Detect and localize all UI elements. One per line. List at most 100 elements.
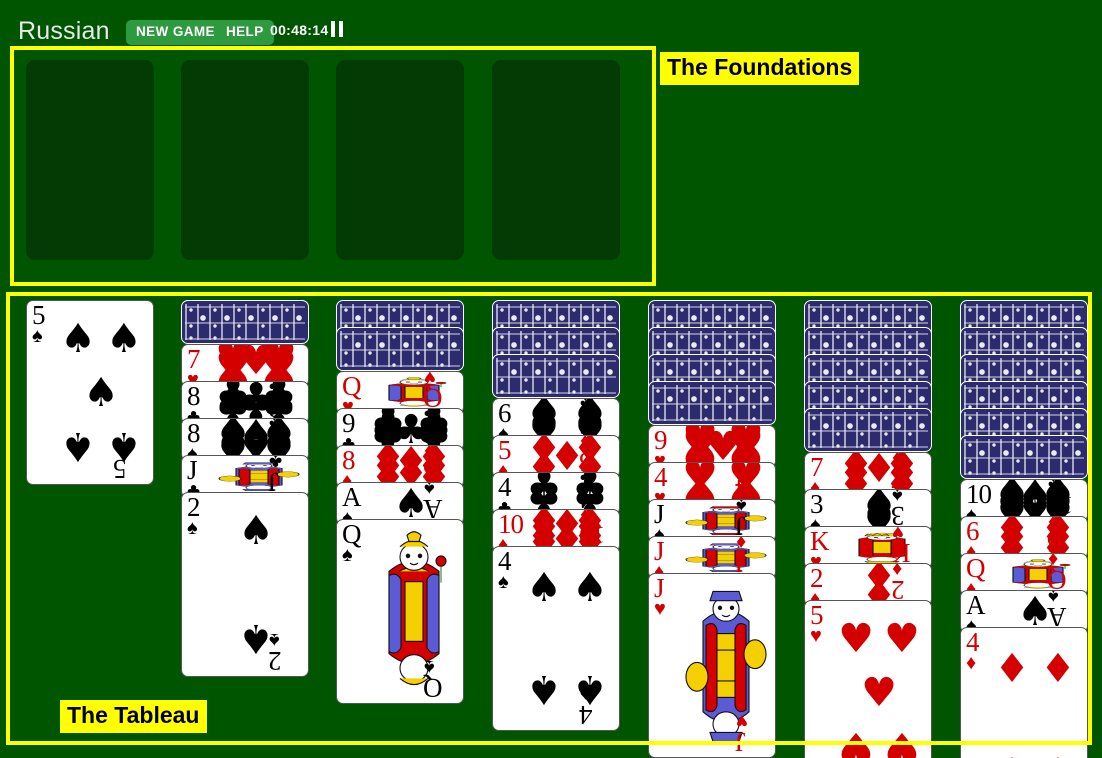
pip-spades: ♠ xyxy=(571,565,608,612)
card-index-bottom: J ♣ xyxy=(269,455,303,497)
card-index-bottom: 8 ♠ xyxy=(269,418,303,460)
pip-spades: ♠ xyxy=(83,369,119,416)
card-suit-diamonds-icon: ♦ xyxy=(1048,516,1059,533)
pause-icon[interactable] xyxy=(331,21,347,37)
card-index-bottom: 8 ♦ xyxy=(424,446,458,487)
pip-diamonds: ♦ xyxy=(994,747,1030,758)
card-suit-clubs-icon: ♣ xyxy=(269,381,283,398)
pip-spades: ♠ xyxy=(526,665,563,712)
card-index-bottom: J ♥ xyxy=(736,710,770,757)
card-rank: 8 xyxy=(424,457,437,487)
card-index-bottom: 4 ♥ xyxy=(736,462,770,504)
card-index-bottom: A ♠ xyxy=(1048,591,1082,632)
face-down-card[interactable] xyxy=(492,354,620,398)
card-rank: 4 xyxy=(580,700,593,730)
card-index-bottom: 6 ♠ xyxy=(580,399,614,440)
pip-spades: ♠ xyxy=(238,508,274,555)
card-index-bottom: 4 ♠ xyxy=(580,683,614,730)
foundation-slot-4[interactable] xyxy=(492,60,620,260)
card-2-of-spades[interactable]: 2 ♠ ♠ ♠ 2 ♠ xyxy=(181,492,309,677)
card-pips: ♥ ♥ ♥ ♥ ♥ xyxy=(835,609,923,758)
card-suit-clubs-icon: ♣ xyxy=(580,472,594,489)
card-rank: 3 xyxy=(892,501,905,531)
card-suit-spades-icon: ♠ xyxy=(114,437,125,459)
card-index-bottom: Q ♥ xyxy=(424,372,458,413)
pip-diamonds: ♦ xyxy=(1039,646,1076,693)
card-4-of-diamonds[interactable]: 4♦♦♦♦♦4♦ xyxy=(960,627,1088,758)
card-index-bottom: A ♠ xyxy=(424,483,458,524)
card-back-pattern xyxy=(496,358,616,394)
card-rank: 2 xyxy=(892,575,905,605)
pip-spades: ♠ xyxy=(105,316,142,363)
card-rank: Q xyxy=(424,673,443,703)
card-rank: 4 xyxy=(580,484,593,514)
card-index-bottom: Q ♦ xyxy=(1048,554,1082,595)
card-suit-clubs-icon: ♣ xyxy=(269,455,283,472)
card-suit-hearts-icon: ♥ xyxy=(736,425,748,442)
card-index-bottom: 7 ♥ xyxy=(269,344,303,386)
card-rank: 9 xyxy=(736,437,749,467)
card-rank: 5 xyxy=(580,447,593,477)
foundation-slot-3[interactable] xyxy=(336,60,464,260)
card-rank: 4 xyxy=(736,474,749,504)
card-rank: K xyxy=(892,538,911,568)
game-title: Russian xyxy=(18,17,110,45)
face-down-card[interactable] xyxy=(181,300,309,344)
card-suit-spades-icon: ♠ xyxy=(892,489,903,506)
foundation-slot-1[interactable] xyxy=(26,60,154,260)
card-suit-spades-icon: ♠ xyxy=(736,499,747,516)
card-index-bottom: 8 ♣ xyxy=(269,381,303,423)
card-index-bottom: J ♦ xyxy=(736,537,770,578)
card-index-bottom: 9 ♥ xyxy=(736,425,770,467)
toolbar: Russian NEW GAME HELP 00:48:14 xyxy=(0,0,1102,46)
card-back-pattern xyxy=(340,331,460,367)
pip-spades: ♠ xyxy=(60,316,97,363)
card-5-of-spades[interactable]: 5 ♠ ♠ ♠ ♠ ♠ ♠ 5 ♠ xyxy=(26,300,154,485)
card-suit-spades-icon: ♠ xyxy=(580,683,591,705)
card-index-bottom: 9 ♣ xyxy=(424,409,458,450)
card-index-bottom: J ♠ xyxy=(736,499,770,541)
solitaire-game-window: Russian NEW GAME HELP 00:48:14 5 ♠ ♠ ♠ ♠ ♠ ♠ 5 ♠… xyxy=(0,0,1102,758)
card-rank: 10 xyxy=(580,521,605,551)
card-index-bottom: 2 ♠ xyxy=(269,629,303,676)
face-down-card[interactable] xyxy=(960,435,1088,479)
new-game-button[interactable]: NEW GAME xyxy=(126,20,225,45)
card-suit-spades-icon: ♠ xyxy=(269,418,280,435)
card-q-of-spades[interactable]: Q ♠ Q ♠ xyxy=(336,519,464,704)
face-down-card[interactable] xyxy=(804,408,932,452)
foundations-label: The Foundations xyxy=(660,52,860,85)
card-suit-hearts-icon: ♥ xyxy=(736,462,748,479)
card-rank: 6 xyxy=(580,410,593,440)
card-index-bottom: 6 ♦ xyxy=(1048,516,1082,558)
face-down-card[interactable] xyxy=(648,381,776,425)
card-suit-hearts-icon: ♥ xyxy=(269,344,281,361)
card-index-bottom: 5♥ xyxy=(892,737,926,758)
card-index-bottom: 10 ♦ xyxy=(580,510,614,551)
face-down-card[interactable] xyxy=(336,327,464,371)
card-rank: J xyxy=(736,511,746,541)
card-4-of-spades[interactable]: 4 ♠ ♠ ♠ ♠ ♠ 4 ♠ xyxy=(492,546,620,731)
pip-hearts: ♥ xyxy=(861,669,897,716)
help-button[interactable]: HELP xyxy=(216,20,274,45)
card-rank: 7 xyxy=(269,356,282,386)
tableau-label: The Tableau xyxy=(60,700,207,733)
foundation-slot-2[interactable] xyxy=(181,60,309,260)
card-index-bottom: K ♥ xyxy=(892,527,926,568)
game-timer: 00:48:14 xyxy=(270,22,329,38)
card-rank: Q xyxy=(424,383,443,413)
card-suit-diamonds-icon: ♦ xyxy=(892,563,903,580)
card-5-of-hearts[interactable]: 5♥♥♥♥♥♥5♥ xyxy=(804,600,932,758)
pip-diamonds: ♦ xyxy=(994,646,1031,693)
card-rank: 5 xyxy=(114,454,127,484)
pip-hearts: ♥ xyxy=(883,616,920,663)
card-suit-diamonds-icon: ♦ xyxy=(580,435,591,452)
card-pips: ♦♦♦♦ xyxy=(991,636,1079,758)
card-index-bottom: Q ♠ xyxy=(424,656,458,703)
pip-hearts: ♥ xyxy=(838,722,875,758)
card-index-bottom: 2 ♦ xyxy=(892,563,926,605)
card-j-of-hearts[interactable]: J ♥ J ♥ xyxy=(648,573,776,758)
pip-spades: ♠ xyxy=(526,565,563,612)
card-index-bottom: 7 ♦ xyxy=(892,453,926,494)
card-rank: 9 xyxy=(424,420,437,450)
card-rank: 8 xyxy=(269,393,282,423)
